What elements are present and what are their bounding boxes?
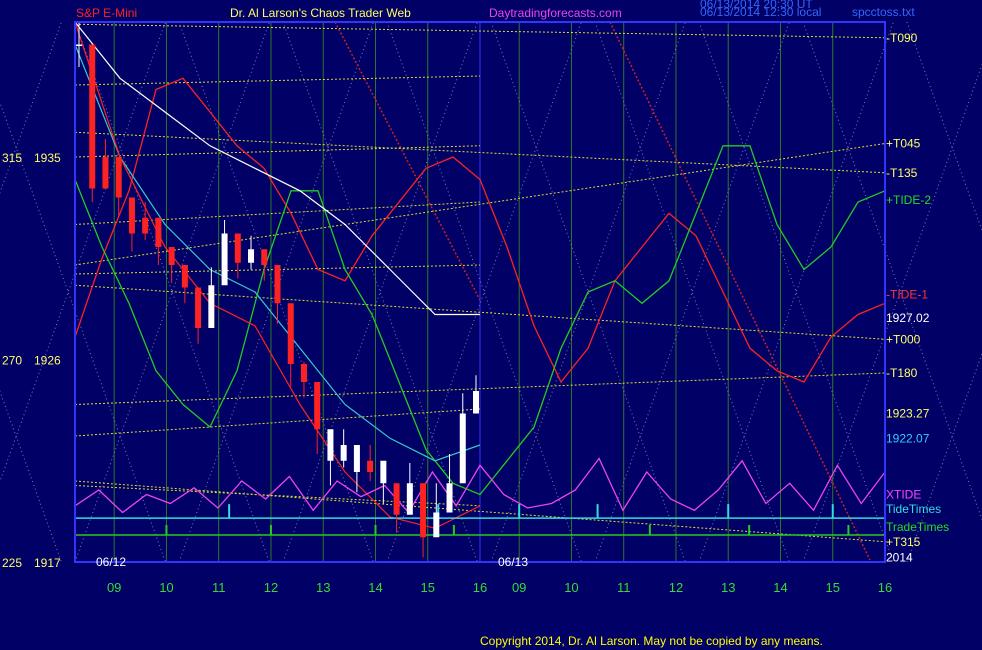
diagonal-line: [0, 21, 166, 483]
price-bar-body: [433, 512, 440, 538]
x-tick-label: 09: [512, 580, 526, 595]
price-bar-body: [300, 364, 307, 382]
x-tick-label: 16: [473, 580, 487, 595]
right-series-label: 2014: [886, 551, 913, 565]
chart: 315 1935 270 1926 225 1917 -T090 +T045 -T135 +TID…: [0, 0, 982, 595]
price-bar-body: [406, 483, 413, 515]
x-tick-label: 10: [564, 580, 578, 595]
y-tick-label-left: 225: [2, 556, 22, 570]
moving-average-cyan: [74, 44, 481, 462]
x-tick-label: 14: [773, 580, 787, 595]
right-series-label: -T180: [886, 366, 918, 380]
x-tick-label: 15: [826, 580, 840, 595]
price-bar-body: [155, 217, 162, 247]
price-bar-body: [314, 382, 321, 430]
x-tick-label: 14: [368, 580, 382, 595]
y-tick-label-left: 315: [2, 151, 22, 165]
price-bar-body: [115, 157, 122, 198]
y-tick-label-left: 270: [2, 354, 22, 368]
y-tick-label-price: 1935: [34, 151, 61, 165]
price-bar-body: [128, 197, 135, 234]
price-bar-body: [102, 157, 109, 189]
price-bar-body: [248, 249, 255, 263]
y-tick-label-price: 1926: [34, 354, 61, 368]
price-bar-body: [446, 483, 453, 513]
right-series-label: TradeTimes: [886, 520, 949, 534]
right-series-label: +T315: [886, 535, 921, 549]
diagonal-line: [386, 21, 582, 563]
x-tick-label: 16: [878, 580, 892, 595]
right-series-label: +T045: [886, 137, 921, 151]
date-label-day1: 06/12: [96, 555, 126, 569]
date-label-day2: 06/13: [498, 555, 528, 569]
t-line-extra: [74, 145, 481, 158]
price-bar-body: [473, 391, 479, 414]
price-bar-body: [380, 460, 387, 484]
price-bar-body: [208, 285, 215, 328]
price-bar-body: [367, 460, 374, 472]
right-series-label: XTIDE: [886, 488, 921, 502]
timestamp-local: 06/13/2014 12:30 local: [700, 5, 821, 19]
x-tick-label: 13: [721, 580, 735, 595]
t-line-extra: [74, 75, 481, 86]
price-bar-body: [261, 249, 268, 265]
right-series-label: 1922.07: [886, 431, 930, 445]
price-bar-body: [353, 445, 360, 472]
price-bar-body: [459, 413, 466, 484]
right-series-label: 1927.02: [886, 311, 930, 325]
right-series-label: +T000: [886, 332, 921, 346]
x-tick-label: 12: [669, 580, 683, 595]
price-bar-body: [142, 217, 149, 234]
right-series-label: -TIDE-1: [886, 287, 928, 301]
y-tick-label-price: 1917: [34, 556, 61, 570]
chart-title: Dr. Al Larson's Chaos Trader Web: [230, 6, 411, 20]
price-bar-body: [168, 247, 175, 265]
x-tick-label: 09: [107, 580, 121, 595]
site-link[interactable]: Daytradingforecasts.com: [489, 6, 622, 20]
x-tick-label: 10: [159, 580, 173, 595]
copyright-notice: Copyright 2014, Dr. Al Larson. May not b…: [480, 634, 823, 648]
x-tick-label: 11: [212, 580, 226, 595]
price-bar-body: [76, 44, 82, 46]
data-file: spcctoss.txt: [852, 5, 915, 19]
price-bar-body: [274, 265, 281, 304]
price-bar-body: [393, 483, 400, 515]
price-bar-body: [195, 287, 202, 328]
diagonal-line: [0, 21, 62, 195]
x-tick-label: 12: [264, 580, 278, 595]
diagonal-line: [386, 21, 582, 563]
price-bar-body: [89, 44, 96, 189]
right-series-label: TideTimes: [886, 502, 941, 516]
price-bar-body: [221, 233, 228, 286]
axis-labels: 315 1935 270 1926 225 1917 -T090 +T045 -T135 +TID…: [2, 31, 949, 595]
grid-lines: [113, 22, 886, 562]
right-series-label: -T090: [886, 31, 918, 45]
right-series-label: 1923.27: [886, 407, 930, 421]
x-tick-label: 15: [421, 580, 435, 595]
price-bar-body: [287, 303, 294, 364]
cycle-line: [609, 21, 871, 561]
price-bar-body: [181, 265, 188, 288]
price-bar-body: [420, 483, 427, 538]
diagonal-line: [0, 101, 166, 563]
x-tick-label: 11: [617, 580, 631, 595]
instrument-title: S&P E-Mini: [76, 6, 137, 20]
right-series-label: -T135: [886, 166, 918, 180]
x-tick-label: 13: [316, 580, 330, 595]
price-bar-body: [340, 445, 347, 461]
diagonal-line: [0, 389, 62, 563]
right-series-label: +TIDE-2: [886, 193, 931, 207]
price-bar-body: [327, 429, 334, 461]
price-bar-body: [234, 233, 241, 263]
